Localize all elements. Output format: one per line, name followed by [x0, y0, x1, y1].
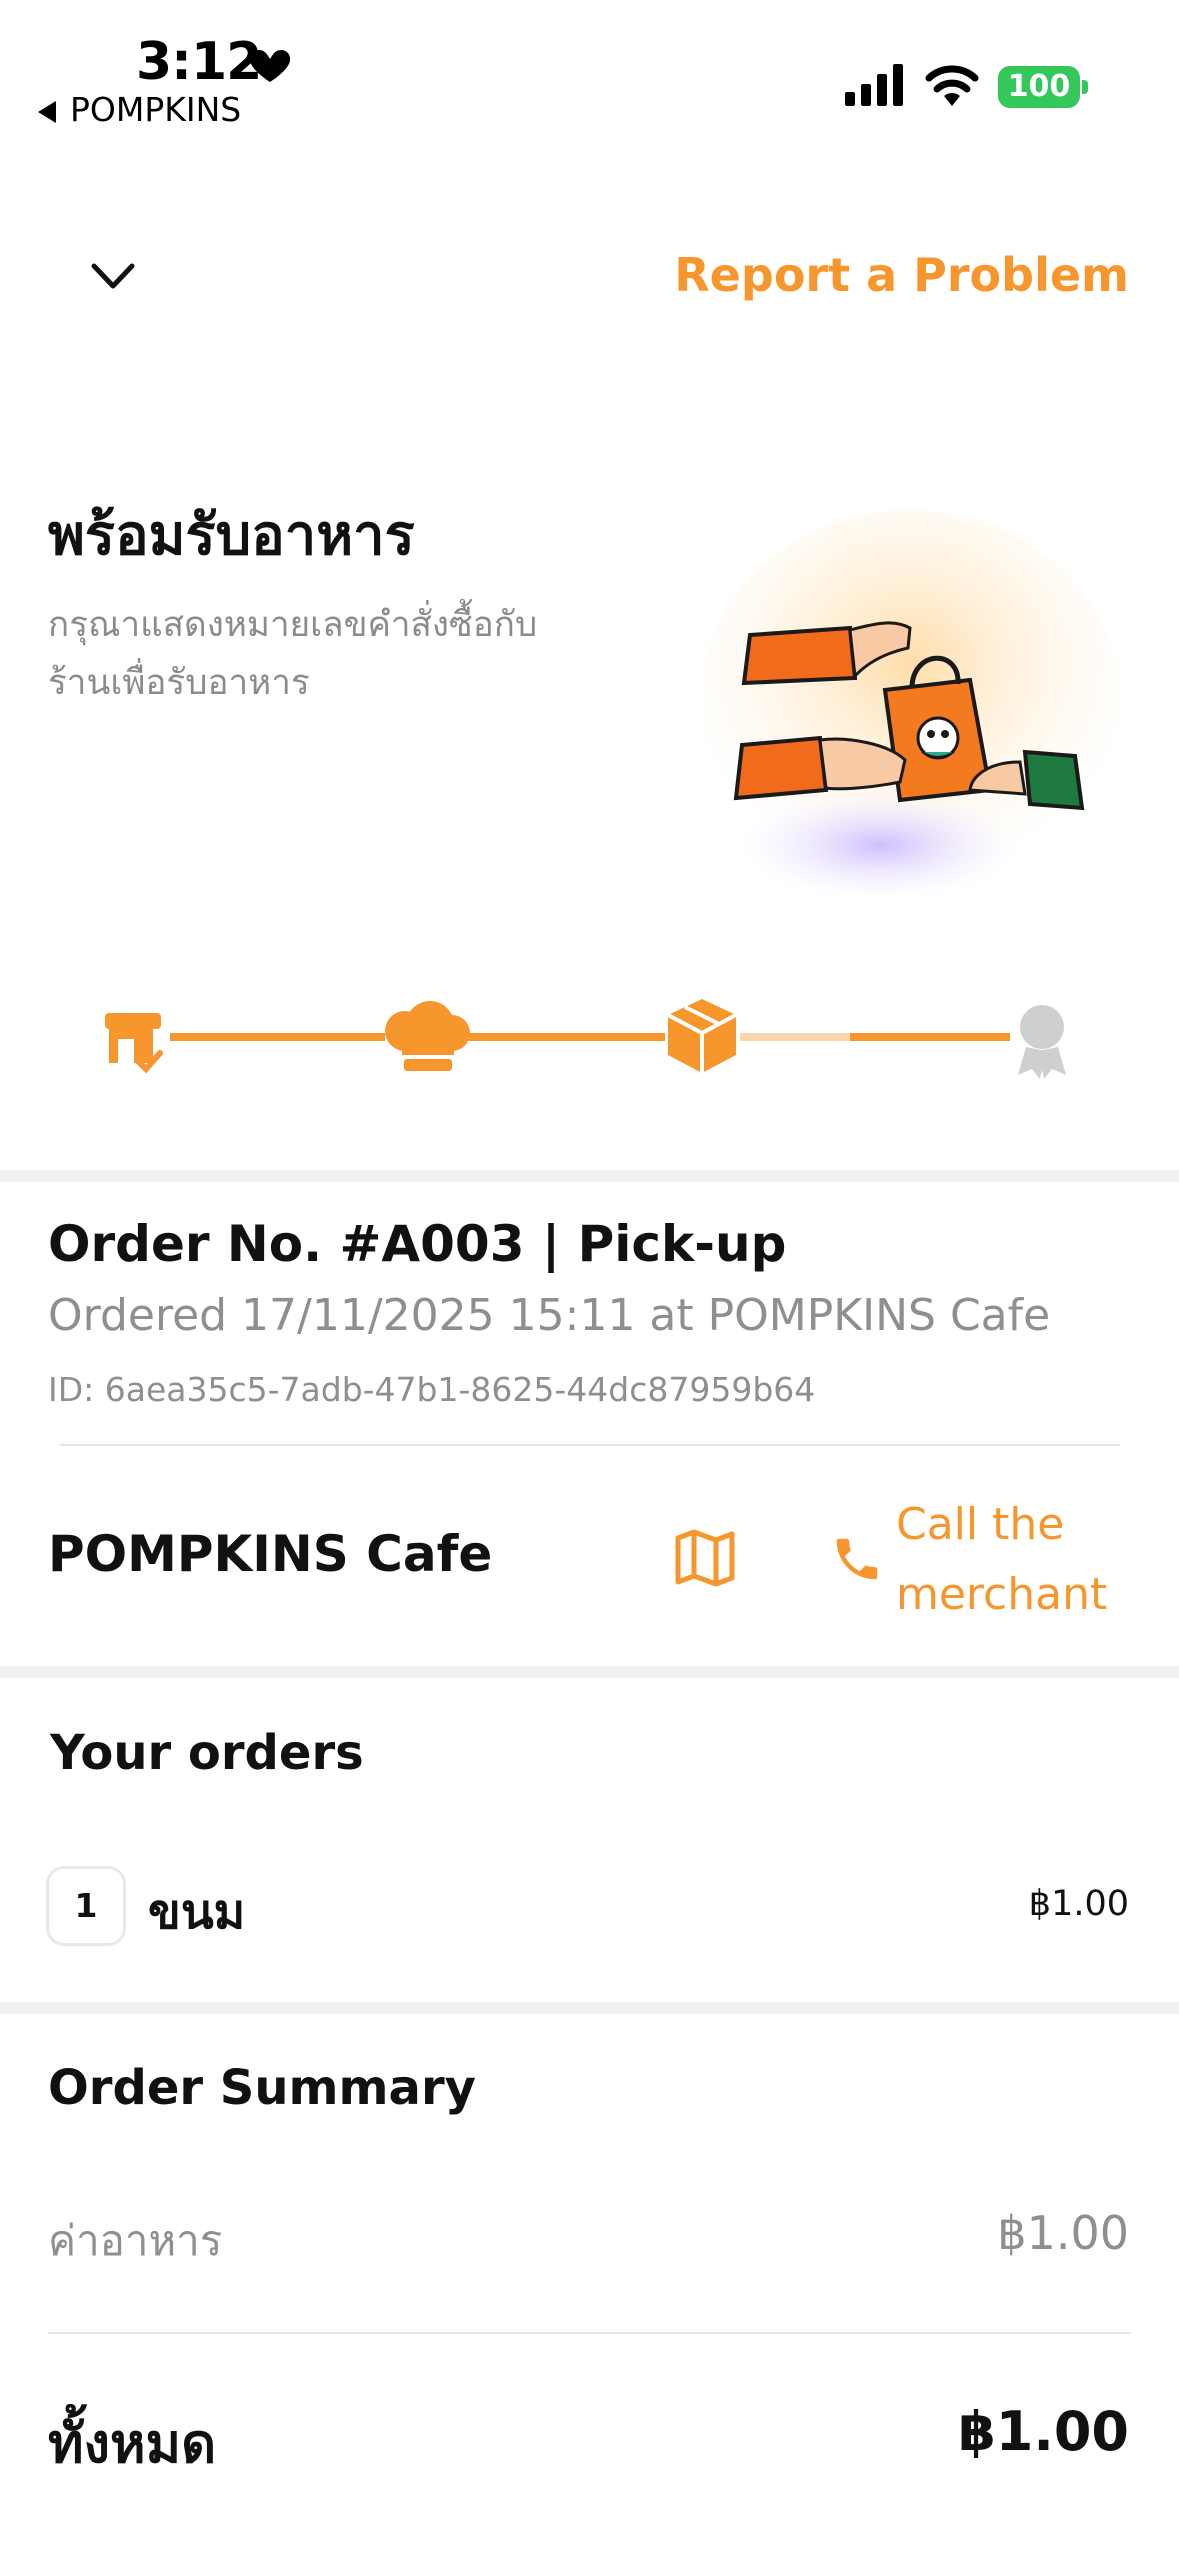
subtitle-line-2: ร้านเพื่อรับอาหาร [48, 663, 310, 703]
pickup-handover-illustration [700, 510, 1120, 900]
section-divider [0, 2002, 1179, 2014]
food-cost-value: ฿1.00 [997, 2206, 1129, 2260]
battery-tip [1082, 80, 1088, 94]
subtitle-line-1: กรุณาแสดงหมายเลขคำสั่งซื้อกับ [48, 605, 538, 645]
call-label-line-2: merchant [896, 1569, 1108, 1620]
divider [48, 2332, 1131, 2334]
report-problem-button[interactable]: Report a Problem [674, 248, 1129, 302]
battery-icon: 100 [998, 66, 1080, 108]
page-subtitle: กรุณาแสดงหมายเลขคำสั่งซื้อกับ ร้านเพื่อร… [48, 596, 648, 712]
section-divider [0, 1170, 1179, 1182]
your-orders-title: Your orders [50, 1725, 364, 1781]
order-date: Ordered 17/11/2025 15:11 at POMPKINS Caf… [48, 1290, 1051, 1341]
award-icon [1018, 1005, 1066, 1079]
call-merchant-button[interactable]: Call the merchant [830, 1490, 1150, 1630]
back-app-label: POMPKINS [70, 90, 242, 129]
divider [60, 1444, 1120, 1446]
heart-icon [249, 50, 291, 82]
back-to-app-button[interactable]: POMPKINS [38, 90, 241, 129]
order-number: Order No. #A003 | Pick-up [48, 1215, 787, 1273]
food-cost-label: ค่าอาหาร [48, 2216, 223, 2265]
order-summary-title: Order Summary [48, 2060, 476, 2116]
package-icon [667, 999, 737, 1073]
call-label-line-1: Call the [896, 1499, 1065, 1550]
item-price: ฿1.00 [1028, 1884, 1129, 1924]
call-merchant-label: Call the merchant [896, 1490, 1156, 1630]
chevron-down-icon[interactable] [88, 256, 138, 296]
total-value: ฿1.00 [958, 2400, 1129, 2463]
store-check-icon [105, 1013, 163, 1074]
section-divider [0, 1666, 1179, 1678]
item-quantity: 1 [46, 1866, 126, 1946]
status-time: 3:12 [136, 32, 262, 92]
total-label: ทั้งหมด [48, 2412, 217, 2475]
item-name: ขนม [148, 1884, 246, 1940]
chef-hat-icon [385, 1001, 470, 1071]
status-bar: 3:12 POMPKINS 100 [0, 0, 1179, 150]
back-arrow-icon [38, 100, 56, 123]
merchant-name: POMPKINS Cafe [48, 1525, 493, 1583]
signal-icon [845, 64, 903, 106]
map-icon[interactable] [672, 1528, 738, 1588]
wifi-icon [925, 65, 979, 106]
order-id: ID: 6aea35c5-7adb-47b1-8625-44dc87959b64 [48, 1370, 816, 1409]
order-progress-tracker [105, 999, 1066, 1079]
phone-icon [836, 1538, 878, 1580]
page-title: พร้อมรับอาหาร [48, 503, 415, 568]
